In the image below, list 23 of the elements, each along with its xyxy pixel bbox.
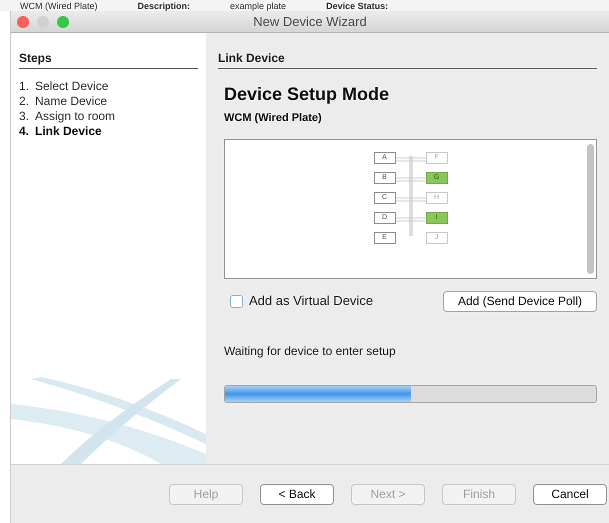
background-text: Device Status: [326,1,388,11]
minimize-button[interactable] [37,16,49,28]
checkbox-label: Add as Virtual Device [249,292,374,310]
section-heading: Link Device [218,49,597,69]
background-text: WCM (Wired Plate) [20,1,98,11]
checkbox[interactable] [230,294,243,308]
close-button[interactable] [17,16,29,28]
device-subtitle: WCM (Wired Plate) [224,111,323,126]
background-text: Description: [138,1,190,11]
wizard-button[interactable]: Cancel [533,484,607,504]
step-item: 4. Link Device [19,124,103,139]
background-text: example plate [230,1,286,11]
step-item: 2. Name Device [19,94,108,109]
window-title: New Device Wizard [253,12,367,31]
steps-heading: Steps [19,49,198,69]
send-poll-button[interactable]: Add (Send Device Poll) [442,290,597,312]
page-title: Device Setup Mode [224,83,390,106]
scrollbar[interactable] [587,144,594,274]
step-item: 3. Assign to room [19,109,116,124]
wizard-button[interactable]: < Back [260,484,334,504]
zoom-button[interactable] [57,16,69,28]
step-item: 1. Select Device [19,79,110,94]
status-text: Waiting for device to enter setup [224,342,397,360]
